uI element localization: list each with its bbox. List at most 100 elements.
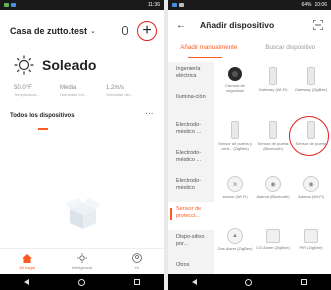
device-alarm-wifi[interactable]: ◉ Alarma (Wi-Fi) [292, 172, 330, 216]
highlight-circle [289, 116, 329, 156]
sensor-icon [231, 121, 239, 139]
tab-indicator [188, 57, 222, 59]
category-item[interactable]: Dispo-sitivo por... [168, 230, 214, 258]
back-nav-icon[interactable] [192, 279, 198, 285]
category-item[interactable]: Electrodo-méstico ... [168, 118, 214, 146]
device-label: sensor (Wi-Fi) [222, 194, 248, 199]
weather-condition: Soleado [42, 57, 97, 73]
gateway-icon [269, 67, 277, 85]
stat-value: 1.2m/s [106, 85, 125, 91]
device-label: CO Alarm (ZigBee) [256, 245, 290, 250]
device-co-alarm[interactable]: CO Alarm (ZigBee) [254, 224, 292, 268]
battery-level: 64% [301, 2, 312, 8]
category-item[interactable]: Ilumina-ción [168, 90, 214, 118]
tab-intelligence[interactable]: Inteligencia [62, 253, 102, 270]
chevron-down-icon[interactable]: ⌄ [90, 27, 96, 35]
pir-icon [304, 229, 318, 243]
category-item[interactable]: Electrodo-méstico ... [168, 146, 214, 174]
category-list: Ingeniería eléctrica Ilumina-ción Electr… [168, 62, 214, 274]
device-camera[interactable]: Cámara de seguridad [216, 64, 254, 108]
add-mode-tabs: Añadir manualmente Buscar dispositivo [168, 44, 331, 58]
category-item-selected[interactable]: Sensor de protecci... [168, 202, 214, 230]
device-alarm-bt[interactable]: ◉ Alarma (Bluetooth) [254, 172, 292, 216]
stat-value: 50.0°F [14, 85, 32, 91]
category-item[interactable]: Electrodo-méstico [168, 174, 214, 202]
tab-scan-devices[interactable]: Buscar dispositivo [250, 44, 331, 58]
stat-label: Humedad ext... [60, 92, 88, 97]
add-device-screen: 64% 10:06 ← Añadir dispositivo Añadir ma… [168, 0, 331, 290]
co-alarm-icon [266, 229, 280, 243]
home-nav-icon[interactable] [245, 278, 253, 286]
sensor-icon [269, 121, 277, 139]
android-nav-bar [168, 274, 331, 290]
bottom-tab-bar: Mi hogar Inteligencia Yo [0, 248, 164, 274]
status-bar: 64% 10:06 [168, 0, 331, 10]
tab-me[interactable]: Yo [117, 253, 157, 270]
notification-icon [11, 3, 16, 7]
tab-label: Yo [134, 265, 139, 270]
device-door-window-sensor[interactable]: Sensor de puerta y vent... (ZigBee) [216, 118, 254, 162]
weather-stats: 50.0°F Temperatura... Media Humedad ext.… [14, 85, 154, 97]
all-devices-tab[interactable]: Todos los dispositivos ··· [10, 111, 158, 119]
add-device-button[interactable]: + [137, 21, 157, 41]
stat-label: Temperatura... [14, 92, 40, 97]
recents-nav-icon[interactable] [300, 279, 307, 285]
home-title[interactable]: Casa de zutto.test [10, 26, 87, 36]
user-icon [131, 253, 142, 263]
stat-label: Velocidad del... [106, 92, 134, 97]
device-label: Gateway (Wi-Fi) [258, 87, 288, 92]
device-label: Cámara de seguridad [225, 83, 245, 93]
stat-wind: 1.2m/s Velocidad del... [106, 85, 142, 97]
device-label: Gas Alarm (ZigBee) [217, 246, 253, 251]
back-arrow-icon[interactable]: ← [176, 20, 186, 31]
stat-humidity: Media Humedad ext... [60, 85, 96, 97]
stat-temperature: 50.0°F Temperatura... [14, 85, 50, 97]
add-device-header: ← Añadir dispositivo [168, 16, 331, 34]
device-pir[interactable]: PIR (ZigBee) [292, 224, 330, 268]
home-nav-icon[interactable] [77, 278, 85, 286]
home-icon [22, 253, 33, 263]
device-label: Gateway (ZigBee) [294, 87, 328, 92]
device-label: Sensor de puerta (Bluetooth) [257, 141, 289, 151]
empty-box-illustration [65, 198, 101, 229]
device-label: Sensor de puerta y vent... (ZigBee) [218, 141, 252, 151]
tab-label: Mi hogar [19, 264, 36, 270]
device-label: Alarma (Wi-Fi) [298, 194, 324, 199]
all-devices-label: Todos los dispositivos [10, 113, 75, 119]
tab-home[interactable]: Mi hogar [7, 253, 47, 270]
home-header: Casa de zutto.test ⌄ + [10, 21, 158, 41]
status-time: 10:06 [314, 2, 327, 8]
alarm-icon: ◉ [303, 176, 319, 192]
stat-value: Media [60, 85, 77, 91]
notification-icon [4, 3, 9, 7]
scan-icon[interactable] [313, 20, 323, 30]
device-door-sensor-bt[interactable]: Sensor de puerta (Bluetooth) [254, 118, 292, 162]
device-label: PIR (ZigBee) [299, 245, 323, 250]
back-nav-icon[interactable] [24, 279, 30, 285]
more-icon[interactable]: ··· [146, 111, 155, 118]
sun-icon [14, 55, 34, 75]
alarm-icon: ◉ [265, 176, 281, 192]
device-grid: Cámara de seguridad Gateway (Wi-Fi) Gate… [214, 62, 331, 274]
status-time: 11:36 [147, 2, 160, 8]
device-door-sensor[interactable]: Sensor de puerta [289, 116, 330, 162]
device-sensor-wifi[interactable]: ≋ sensor (Wi-Fi) [216, 172, 254, 216]
device-gateway-wifi[interactable]: Gateway (Wi-Fi) [254, 64, 292, 108]
android-nav-bar [0, 274, 164, 290]
gas-alarm-icon: ▲ [227, 228, 243, 244]
microphone-icon[interactable] [122, 26, 128, 35]
notification-icon [172, 3, 177, 7]
device-gas-alarm[interactable]: ▲ Gas Alarm (ZigBee) [216, 224, 254, 268]
device-gateway-zigbee[interactable]: Gateway (ZigBee) [292, 64, 330, 108]
tab-add-manually[interactable]: Añadir manualmente [168, 44, 250, 58]
category-item[interactable]: Ingeniería eléctrica [168, 62, 214, 90]
sensor-icon: ≋ [227, 176, 243, 192]
device-label: Alarma (Bluetooth) [256, 194, 290, 199]
gateway-icon [307, 67, 315, 85]
status-bar: 11:36 [0, 0, 164, 10]
tab-label: Inteligencia [71, 265, 93, 270]
tab-indicator [38, 128, 48, 130]
sun-icon [76, 253, 87, 263]
recents-nav-icon[interactable] [133, 279, 140, 285]
home-screen: 11:36 Casa de zutto.test ⌄ + Soleado 50.… [0, 0, 164, 290]
